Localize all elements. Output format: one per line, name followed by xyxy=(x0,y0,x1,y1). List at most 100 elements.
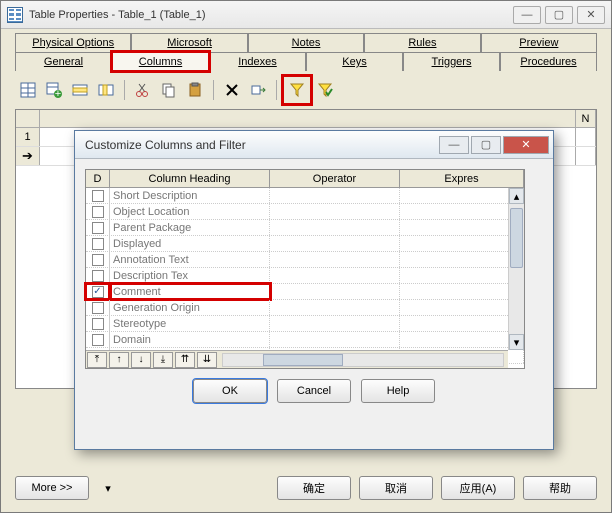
filter-row[interactable]: Domain xyxy=(86,332,524,348)
filter-row[interactable]: ✓ Comment xyxy=(86,284,524,300)
expression-cell[interactable] xyxy=(400,204,524,219)
expression-cell[interactable] xyxy=(400,252,524,267)
move-top-button[interactable]: ⤒ xyxy=(87,352,107,368)
filter-row[interactable]: Short Description xyxy=(86,188,524,204)
cut-icon[interactable] xyxy=(132,79,154,101)
delete-icon[interactable] xyxy=(221,79,243,101)
display-checkbox[interactable] xyxy=(92,318,104,330)
cancel-button[interactable]: 取消 xyxy=(359,476,433,500)
move-up-button[interactable]: ↑ xyxy=(109,352,129,368)
ok-button[interactable]: 确定 xyxy=(277,476,351,500)
filter-row[interactable]: Object Location xyxy=(86,204,524,220)
tab-rules[interactable]: Rules xyxy=(364,33,480,52)
expression-cell[interactable] xyxy=(400,220,524,235)
header-operator[interactable]: Operator xyxy=(270,170,400,187)
hscroll-thumb[interactable] xyxy=(263,354,343,366)
operator-cell[interactable] xyxy=(270,220,400,235)
operator-cell[interactable] xyxy=(270,236,400,251)
grid-icon[interactable] xyxy=(17,79,39,101)
display-checkbox[interactable]: ✓ xyxy=(92,286,104,298)
grid-header-cell[interactable] xyxy=(40,110,576,128)
expression-cell[interactable] xyxy=(400,188,524,203)
column-heading-cell[interactable]: Short Description xyxy=(110,188,270,203)
column-heading-cell[interactable]: Domain xyxy=(110,332,270,347)
column-heading-cell[interactable]: Comment xyxy=(110,284,270,299)
grid-header-n[interactable]: N xyxy=(576,110,596,128)
tab-keys[interactable]: Keys xyxy=(306,52,403,71)
operator-cell[interactable] xyxy=(270,284,400,299)
filter-row[interactable]: Description Tex xyxy=(86,268,524,284)
operator-cell[interactable] xyxy=(270,332,400,347)
apply-button[interactable]: 应用(A) xyxy=(441,476,515,500)
tab-triggers[interactable]: Triggers xyxy=(403,52,500,71)
expression-cell[interactable] xyxy=(400,332,524,347)
grid-insert-icon[interactable] xyxy=(69,79,91,101)
expression-cell[interactable] xyxy=(400,236,524,251)
modal-ok-button[interactable]: OK xyxy=(193,379,267,403)
paste-icon[interactable] xyxy=(184,79,206,101)
expression-cell[interactable] xyxy=(400,268,524,283)
more-button[interactable]: More >> xyxy=(15,476,89,500)
column-heading-cell[interactable]: Generation Origin xyxy=(110,300,270,315)
filter-row[interactable]: Parent Package xyxy=(86,220,524,236)
nav-icon[interactable] xyxy=(247,79,269,101)
help-button[interactable]: 帮助 xyxy=(523,476,597,500)
filter-check-icon[interactable] xyxy=(314,79,336,101)
row-number[interactable]: 1 xyxy=(16,128,40,146)
maximize-button[interactable]: ▢ xyxy=(545,6,573,24)
modal-help-button[interactable]: Help xyxy=(361,379,435,403)
move-bottom-button[interactable]: ⤓ xyxy=(153,352,173,368)
operator-cell[interactable] xyxy=(270,204,400,219)
display-checkbox[interactable] xyxy=(92,270,104,282)
close-button[interactable]: ✕ xyxy=(577,6,605,24)
tab-microsoft[interactable]: Microsoft xyxy=(131,33,247,52)
header-expression[interactable]: Expres xyxy=(400,170,524,187)
copy-icon[interactable] xyxy=(158,79,180,101)
column-heading-cell[interactable]: Annotation Text xyxy=(110,252,270,267)
tab-procedures[interactable]: Procedures xyxy=(500,52,597,71)
minimize-button[interactable]: — xyxy=(513,6,541,24)
filter-icon[interactable] xyxy=(286,79,308,101)
tab-notes[interactable]: Notes xyxy=(248,33,364,52)
vertical-scrollbar[interactable]: ▴ ▾ xyxy=(508,188,524,350)
display-checkbox[interactable] xyxy=(92,254,104,266)
column-heading-cell[interactable]: Object Location xyxy=(110,204,270,219)
modal-cancel-button[interactable]: Cancel xyxy=(277,379,351,403)
expression-cell[interactable] xyxy=(400,316,524,331)
operator-cell[interactable] xyxy=(270,188,400,203)
new-row-arrow-icon[interactable]: ➔ xyxy=(16,147,40,165)
horizontal-scrollbar[interactable] xyxy=(222,353,504,367)
tab-physical-options[interactable]: Physical Options xyxy=(15,33,131,52)
operator-cell[interactable] xyxy=(270,268,400,283)
column-heading-cell[interactable]: Parent Package xyxy=(110,220,270,235)
column-heading-cell[interactable]: Displayed xyxy=(110,236,270,251)
scroll-down-icon[interactable]: ▾ xyxy=(509,334,524,350)
expression-cell[interactable] xyxy=(400,300,524,315)
operator-cell[interactable] xyxy=(270,300,400,315)
display-checkbox[interactable] xyxy=(92,222,104,234)
header-column-heading[interactable]: Column Heading xyxy=(110,170,270,187)
scroll-thumb[interactable] xyxy=(510,208,523,268)
scroll-up-icon[interactable]: ▴ xyxy=(509,188,524,204)
grid-cell[interactable] xyxy=(576,128,596,146)
display-checkbox[interactable] xyxy=(92,190,104,202)
filter-row[interactable]: Annotation Text xyxy=(86,252,524,268)
filter-row[interactable]: Displayed xyxy=(86,236,524,252)
display-checkbox[interactable] xyxy=(92,238,104,250)
filter-row[interactable]: Stereotype xyxy=(86,316,524,332)
display-checkbox[interactable] xyxy=(92,206,104,218)
display-checkbox[interactable] xyxy=(92,302,104,314)
modal-minimize-button[interactable]: — xyxy=(439,136,469,154)
modal-maximize-button[interactable]: ▢ xyxy=(471,136,501,154)
modal-close-button[interactable]: ✕ xyxy=(503,136,549,154)
tab-indexes[interactable]: Indexes xyxy=(209,52,306,71)
column-heading-cell[interactable]: Description Tex xyxy=(110,268,270,283)
tab-columns[interactable]: Columns xyxy=(112,52,209,71)
column-heading-cell[interactable]: Stereotype xyxy=(110,316,270,331)
operator-cell[interactable] xyxy=(270,252,400,267)
header-display[interactable]: D xyxy=(86,170,110,187)
move-all-down-button[interactable]: ⇊ xyxy=(197,352,217,368)
tab-preview[interactable]: Preview xyxy=(481,33,597,52)
grid-add-icon[interactable]: + xyxy=(43,79,65,101)
move-all-up-button[interactable]: ⇈ xyxy=(175,352,195,368)
